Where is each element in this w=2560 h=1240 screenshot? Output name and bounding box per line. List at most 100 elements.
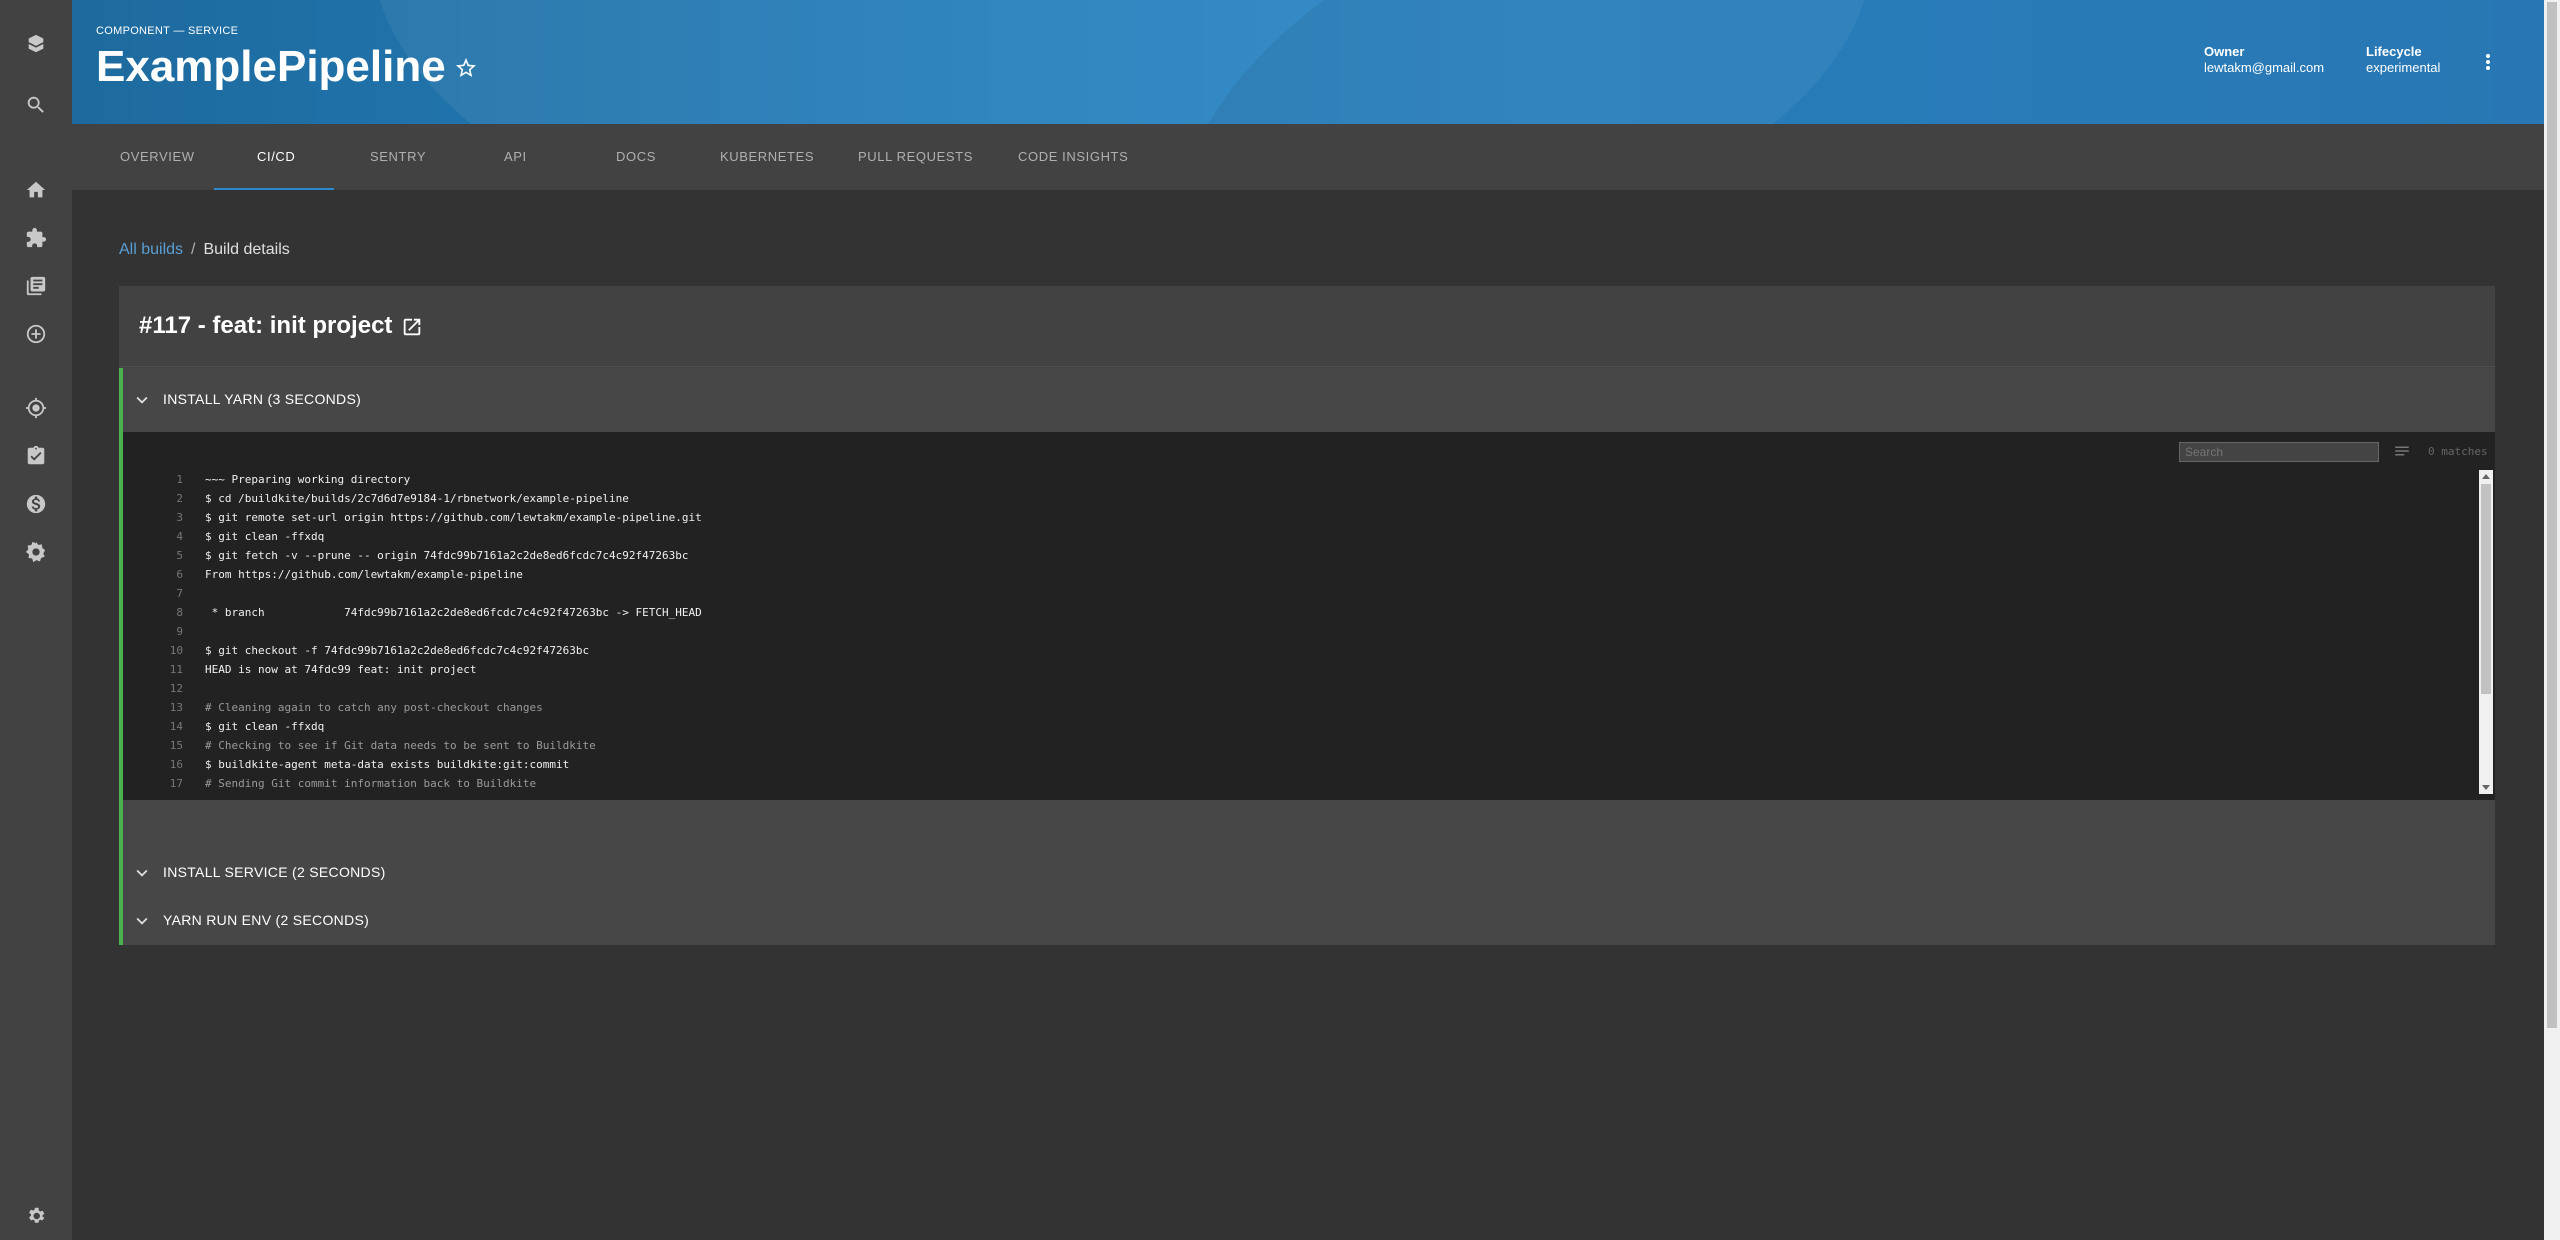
log-line-number: 3 bbox=[176, 511, 183, 524]
step-label: INSTALL SERVICE (2 SECONDS) bbox=[163, 864, 386, 880]
tab-sentry[interactable]: SENTRY bbox=[370, 124, 426, 190]
build-details-card: #117 - feat: init project INSTALL YARN (… bbox=[119, 286, 2495, 945]
log-line-number: 14 bbox=[169, 720, 183, 733]
tab-code-insights[interactable]: CODE INSIGHTS bbox=[1018, 124, 1128, 190]
tab-docs[interactable]: DOCS bbox=[616, 124, 656, 190]
dollar-icon[interactable] bbox=[18, 486, 54, 522]
log-line: 10 $ git checkout -f 74fdc99b7161a2c2de8e… bbox=[123, 641, 2483, 660]
log-line-number: 9 bbox=[176, 625, 183, 638]
build-step-yarn-run-env[interactable]: YARN RUN ENV (2 SECONDS) bbox=[119, 897, 2495, 945]
star-icon[interactable] bbox=[454, 56, 478, 80]
log-line-number: 2 bbox=[176, 492, 183, 505]
log-line-text: $ git checkout -f 74fdc99b7161a2c2de8ed6… bbox=[205, 644, 590, 657]
log-search-input[interactable] bbox=[2179, 442, 2379, 462]
tab-ci-cd[interactable]: CI/CD bbox=[257, 124, 295, 190]
page-scrollbar[interactable] bbox=[2544, 0, 2560, 1240]
breadcrumb-all-builds-link[interactable]: All builds bbox=[119, 241, 183, 258]
log-line-text: $ buildkite-agent meta-data exists build… bbox=[205, 758, 570, 771]
step-header[interactable]: INSTALL YARN (3 SECONDS) bbox=[123, 368, 2495, 432]
tab-pull-requests[interactable]: PULL REQUESTS bbox=[858, 124, 973, 190]
log-line-text: # Cleaning again to catch any post-check… bbox=[205, 701, 543, 714]
step-label: INSTALL YARN (3 SECONDS) bbox=[163, 391, 362, 407]
log-line: 3 $ git remote set-url origin https://git… bbox=[123, 508, 2483, 527]
more-vert-icon[interactable] bbox=[2476, 48, 2500, 76]
backstage-logo-icon[interactable] bbox=[18, 26, 54, 62]
log-line: 9 bbox=[123, 622, 2483, 641]
lifecycle-value: experimental bbox=[2366, 60, 2441, 75]
log-line: 11 HEAD is now at 74fdc99 feat: init proj… bbox=[123, 660, 2483, 679]
build-step-install-service[interactable]: INSTALL SERVICE (2 SECONDS) bbox=[119, 849, 2495, 897]
breadcrumb-current: Build details bbox=[203, 241, 290, 258]
log-lines: 1 ~~~ Preparing working directory 2 $ cd /b… bbox=[123, 470, 2483, 790]
sidebar bbox=[0, 0, 72, 1240]
breadcrumb-separator: / bbox=[191, 241, 196, 258]
log-line: 8 * branch 74fdc99b7161a2c2de8ed6fcdc7c4… bbox=[123, 603, 2483, 622]
log-line: 17 # Sending Git commit information back … bbox=[123, 774, 2483, 790]
log-line-text: * branch 74fdc99b7161a2c2de8ed6fcdc7c4c9… bbox=[205, 606, 702, 619]
log-line-number: 1 bbox=[176, 473, 183, 486]
tab-api[interactable]: API bbox=[504, 124, 527, 190]
log-line: 15 # Checking to see if Git data needs to… bbox=[123, 736, 2483, 755]
page-title: ExamplePipeline bbox=[96, 42, 446, 91]
page-header: COMPONENT — SERVICE ExamplePipeline Owne… bbox=[72, 0, 2544, 124]
entity-kind-label: COMPONENT — SERVICE bbox=[96, 25, 239, 37]
checklist-icon[interactable] bbox=[18, 438, 54, 474]
log-line-text: ~~~ Preparing working directory bbox=[205, 473, 411, 486]
log-line: 6 From https://github.com/lewtakm/example… bbox=[123, 565, 2483, 584]
log-line-number: 13 bbox=[169, 701, 183, 714]
log-line-text: # Sending Git commit information back to… bbox=[205, 777, 537, 790]
log-line: 16 $ buildkite-agent meta-data exists bui… bbox=[123, 755, 2483, 774]
log-line: 14 $ git clean -ffxdq bbox=[123, 717, 2483, 736]
log-line-text: HEAD is now at 74fdc99 feat: init projec… bbox=[205, 663, 477, 676]
log-line-number: 5 bbox=[176, 549, 183, 562]
log-line-text: From https://github.com/lewtakm/example-… bbox=[205, 568, 523, 581]
settings-cog-icon[interactable] bbox=[18, 534, 54, 570]
add-icon[interactable] bbox=[18, 316, 54, 352]
log-line-text: $ cd /buildkite/builds/2c7d6d7e9184-1/rb… bbox=[205, 492, 629, 505]
log-line-text: $ git fetch -v --prune -- origin 74fdc99… bbox=[205, 549, 689, 562]
log-line-text: # Checking to see if Git data needs to b… bbox=[205, 739, 596, 752]
search-icon[interactable] bbox=[18, 87, 54, 123]
log-line-text: $ git clean -ffxdq bbox=[205, 720, 325, 733]
tab-overview[interactable]: OVERVIEW bbox=[120, 124, 195, 190]
tab-bar: OVERVIEW CI/CD SENTRY API DOCS KUBERNETE… bbox=[72, 124, 2544, 190]
log-line-number: 4 bbox=[176, 530, 183, 543]
puzzle-icon[interactable] bbox=[18, 220, 54, 256]
log-line: 2 $ cd /buildkite/builds/2c7d6d7e9184-1/r… bbox=[123, 489, 2483, 508]
log-line: 1 ~~~ Preparing working directory bbox=[123, 470, 2483, 489]
log-line-number: 10 bbox=[169, 644, 183, 657]
step-label: YARN RUN ENV (2 SECONDS) bbox=[163, 912, 370, 928]
log-match-count: 0 matches bbox=[2428, 445, 2488, 458]
log-line: 7 bbox=[123, 584, 2483, 603]
log-line: 12 bbox=[123, 679, 2483, 698]
log-line-number: 7 bbox=[176, 587, 183, 600]
log-line: 5 $ git fetch -v --prune -- origin 74fdc9… bbox=[123, 546, 2483, 565]
open-in-new-icon[interactable] bbox=[401, 316, 423, 338]
home-icon[interactable] bbox=[18, 172, 54, 208]
log-line-number: 16 bbox=[169, 758, 183, 771]
log-line: 4 $ git clean -ffxdq bbox=[123, 527, 2483, 546]
filter-lines-icon[interactable] bbox=[2393, 442, 2413, 462]
gear-icon[interactable] bbox=[18, 1198, 54, 1234]
log-line-number: 12 bbox=[169, 682, 183, 695]
chevron-down-icon bbox=[131, 910, 153, 932]
log-line: 13 # Cleaning again to catch any post-che… bbox=[123, 698, 2483, 717]
log-line-number: 6 bbox=[176, 568, 183, 581]
owner-label: Owner bbox=[2204, 44, 2245, 59]
chevron-down-icon bbox=[131, 862, 153, 884]
log-line-text: $ git clean -ffxdq bbox=[205, 530, 325, 543]
build-title: #117 - feat: init project bbox=[139, 312, 393, 339]
active-tab-indicator bbox=[214, 188, 334, 190]
tab-kubernetes[interactable]: KUBERNETES bbox=[720, 124, 814, 190]
log-scrollbar[interactable] bbox=[2479, 470, 2493, 794]
owner-info: Owner lewtakm@gmail.com bbox=[2204, 44, 2324, 76]
library-icon[interactable] bbox=[18, 268, 54, 304]
lifecycle-info: Lifecycle experimental bbox=[2366, 44, 2440, 76]
log-line-number: 15 bbox=[169, 739, 183, 752]
lifecycle-label: Lifecycle bbox=[2366, 44, 2422, 59]
owner-value[interactable]: lewtakm@gmail.com bbox=[2204, 60, 2324, 76]
divider bbox=[119, 366, 2495, 367]
log-viewer: 0 matches 1 ~~~ Preparing working directo… bbox=[123, 432, 2495, 800]
chevron-down-icon bbox=[131, 389, 153, 411]
radar-icon[interactable] bbox=[18, 390, 54, 426]
